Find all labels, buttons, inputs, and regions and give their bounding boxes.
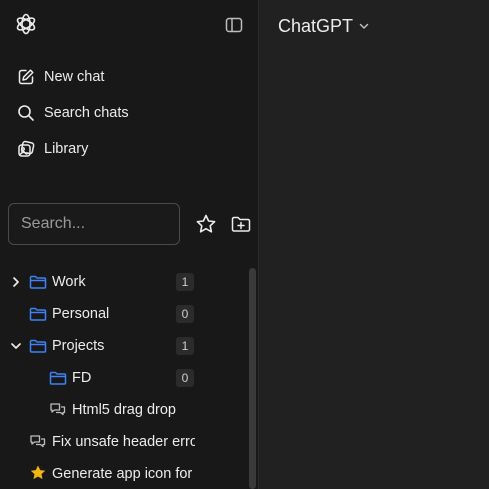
folder-label: Projects	[52, 338, 105, 354]
star-icon[interactable]	[195, 213, 217, 235]
main-area: ChatGPT	[260, 0, 489, 489]
search-icon	[16, 103, 36, 123]
new-folder-icon[interactable]	[230, 213, 252, 235]
folder-row-fd[interactable]: FD 0	[0, 362, 245, 394]
folder-icon	[29, 307, 47, 321]
model-name: ChatGPT	[278, 15, 354, 36]
search-chats-button[interactable]: Search chats	[8, 96, 248, 130]
chat-bubbles-icon	[50, 403, 66, 416]
search-chats-label: Search chats	[44, 105, 129, 121]
edit-icon	[16, 67, 36, 87]
new-chat-button[interactable]: New chat	[8, 60, 248, 94]
chevron-down-icon	[359, 23, 369, 29]
chat-label: Generate app icon for	[52, 466, 193, 482]
library-button[interactable]: Library	[8, 132, 248, 166]
chat-row-fix-unsafe-header[interactable]: Fix unsafe header erro	[0, 426, 245, 458]
count-badge: 0	[176, 305, 194, 323]
folder-row-projects[interactable]: Projects 1	[0, 330, 245, 362]
sidebar-toggle-icon[interactable]	[224, 15, 244, 35]
folder-row-work[interactable]: Work 1	[0, 266, 245, 298]
openai-logo-icon[interactable]	[14, 12, 38, 36]
chat-label: Html5 drag drop	[72, 402, 176, 418]
scrollbar-thumb[interactable]	[249, 268, 256, 489]
chevron-down-icon[interactable]	[9, 339, 23, 353]
chat-bubbles-icon	[30, 435, 46, 448]
count-badge: 1	[176, 337, 194, 355]
sidebar: New chat Search chats Library Search... …	[0, 0, 259, 489]
star-filled-icon	[30, 465, 46, 480]
library-label: Library	[44, 141, 89, 157]
library-icon	[16, 139, 36, 159]
new-chat-label: New chat	[44, 69, 105, 85]
count-badge: 1	[176, 273, 194, 291]
folder-icon	[29, 339, 47, 353]
app-window: New chat Search chats Library Search... …	[0, 0, 489, 489]
folder-label: Personal	[52, 306, 110, 322]
count-badge: 0	[176, 369, 194, 387]
folder-label: Work	[52, 274, 86, 290]
folder-label: FD	[72, 370, 92, 386]
folder-row-personal[interactable]: Personal 0	[0, 298, 245, 330]
folder-icon	[29, 275, 47, 289]
search-input[interactable]	[8, 203, 180, 245]
folder-icon	[49, 371, 67, 385]
model-picker-button[interactable]: ChatGPT	[278, 13, 370, 39]
sidebar-header	[0, 0, 258, 50]
chat-row-html5-drag-drop[interactable]: Html5 drag drop	[0, 394, 245, 426]
chat-row-generate-app-icon[interactable]: Generate app icon for	[0, 458, 245, 489]
chat-label: Fix unsafe header erro	[52, 434, 195, 450]
chevron-right-icon[interactable]	[9, 275, 23, 289]
